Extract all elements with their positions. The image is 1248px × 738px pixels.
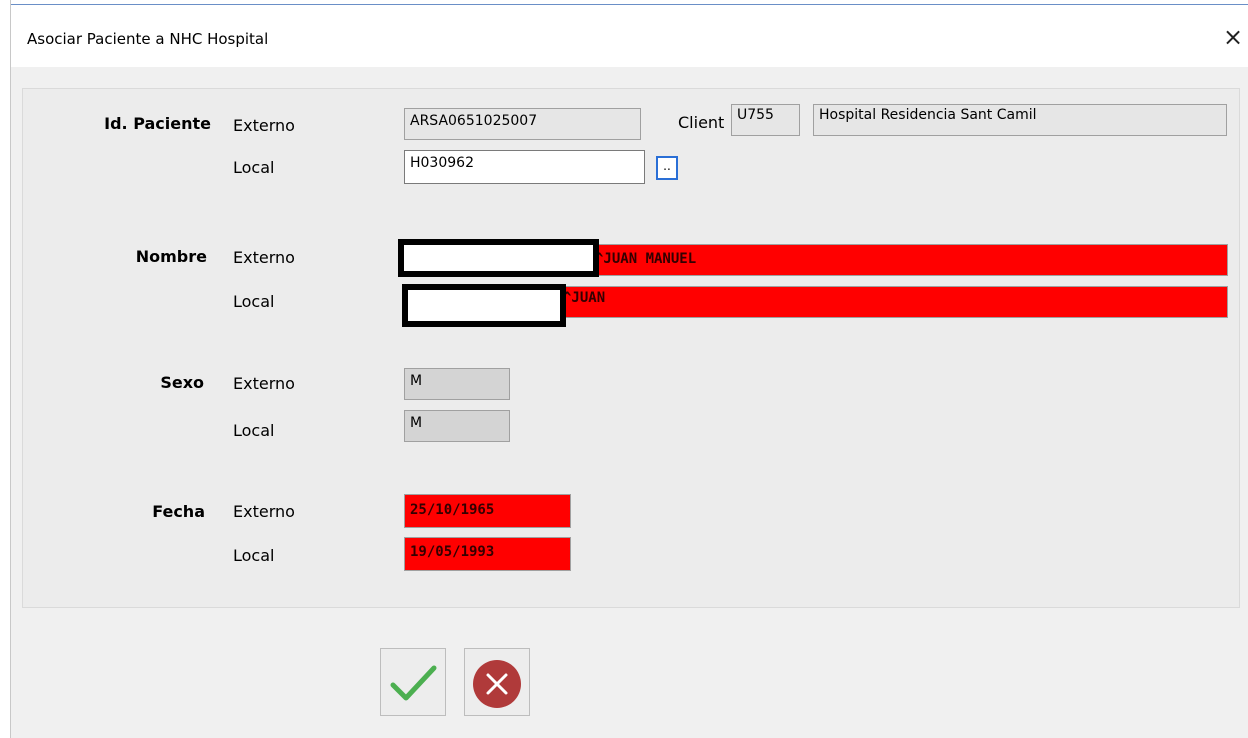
sexo-externo-label: Externo [233,374,295,393]
sexo-local-field: M [404,410,510,442]
sexo-label: Sexo [160,373,204,392]
checkmark-icon [390,665,437,701]
id-externo-label: Externo [233,116,295,135]
fecha-label: Fecha [152,502,205,521]
fecha-local-field: 19/05/1993 [404,537,571,571]
nombre-label: Nombre [135,247,207,266]
client-code-field: U755 [731,104,800,136]
fecha-local-label: Local [233,546,275,565]
accept-button[interactable] [380,648,446,716]
redacted-surname-local [402,284,566,327]
browse-button[interactable]: .. [656,156,678,180]
client-label: Client [678,113,725,132]
id-local-label: Local [233,158,275,177]
id-paciente-label: Id. Paciente [104,114,211,133]
cancel-circle-icon [473,660,521,708]
nombre-externo-label: Externo [233,248,295,267]
redacted-surname-externo [398,239,599,277]
client-name-field: Hospital Residencia Sant Camil [813,104,1227,136]
id-local-input[interactable]: H030962 [404,150,645,184]
close-icon[interactable]: × [1218,22,1248,52]
cancel-button[interactable] [464,648,530,716]
dialog-titlebar: Asociar Paciente a NHC Hospital × [11,5,1248,67]
sexo-externo-field: M [404,368,510,400]
id-externo-field: ARSA0651025007 [404,108,641,140]
fecha-externo-label: Externo [233,502,295,521]
background-window-edge [0,0,11,738]
dialog-title: Asociar Paciente a NHC Hospital [27,30,269,48]
sexo-local-label: Local [233,421,275,440]
fecha-externo-field: 25/10/1965 [404,494,571,528]
nombre-local-label: Local [233,292,275,311]
